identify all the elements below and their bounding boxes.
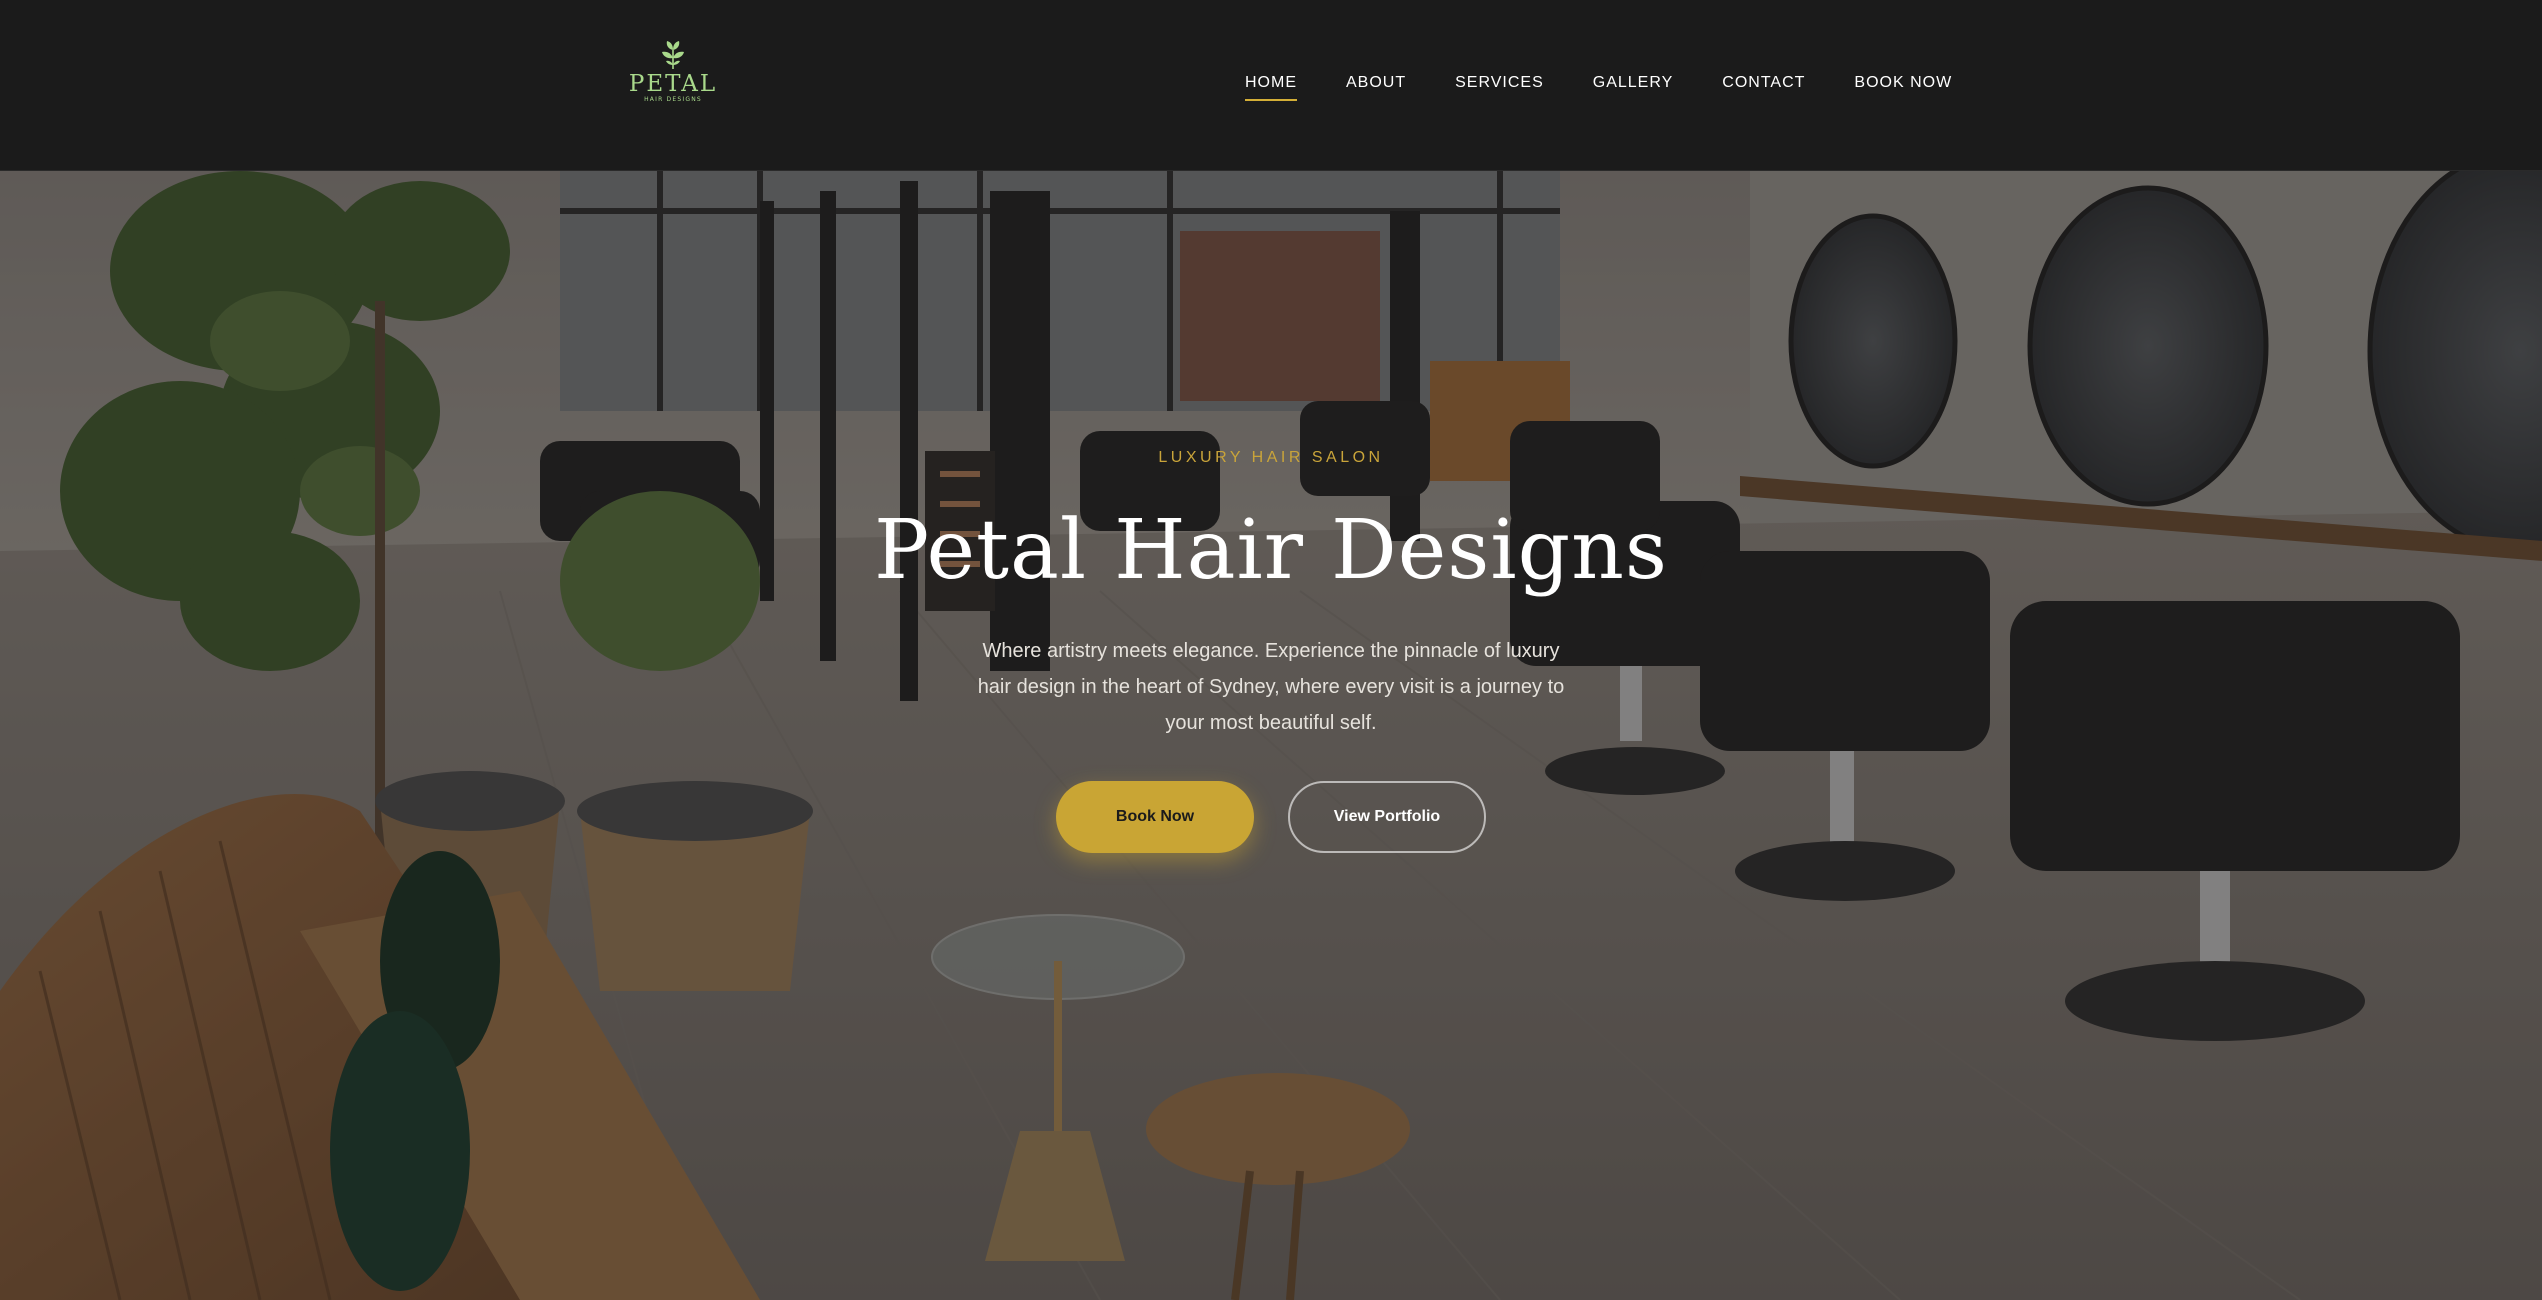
brand-name: PETAL — [628, 71, 718, 97]
brand-logo[interactable]: PETAL HAIR DESIGNS — [628, 40, 718, 108]
hero-content: LUXURY HAIR SALON Petal Hair Designs Whe… — [0, 171, 2542, 1300]
hero-section: LUXURY HAIR SALON Petal Hair Designs Whe… — [0, 171, 2542, 1300]
site-header: PETAL HAIR DESIGNS HOME ABOUT SERVICES G… — [0, 0, 2542, 171]
nav-gallery[interactable]: GALLERY — [1593, 72, 1674, 94]
nav-book-now[interactable]: BOOK NOW — [1854, 72, 1952, 94]
leaf-sprig-icon — [662, 41, 684, 69]
brand-tagline: HAIR DESIGNS — [644, 96, 702, 103]
nav-contact[interactable]: CONTACT — [1722, 72, 1805, 94]
main-nav: HOME ABOUT SERVICES GALLERY CONTACT BOOK… — [1245, 72, 1952, 102]
hero-subtitle: Where artistry meets elegance. Experienc… — [977, 640, 1565, 734]
nav-services[interactable]: SERVICES — [1455, 72, 1544, 94]
nav-home[interactable]: HOME — [1245, 72, 1297, 101]
hero-title: Petal Hair Designs — [874, 503, 1668, 598]
view-portfolio-button[interactable]: View Portfolio — [1288, 781, 1486, 853]
book-now-button[interactable]: Book Now — [1056, 781, 1254, 853]
hero-eyebrow: LUXURY HAIR SALON — [1158, 449, 1384, 466]
nav-about[interactable]: ABOUT — [1346, 72, 1406, 94]
